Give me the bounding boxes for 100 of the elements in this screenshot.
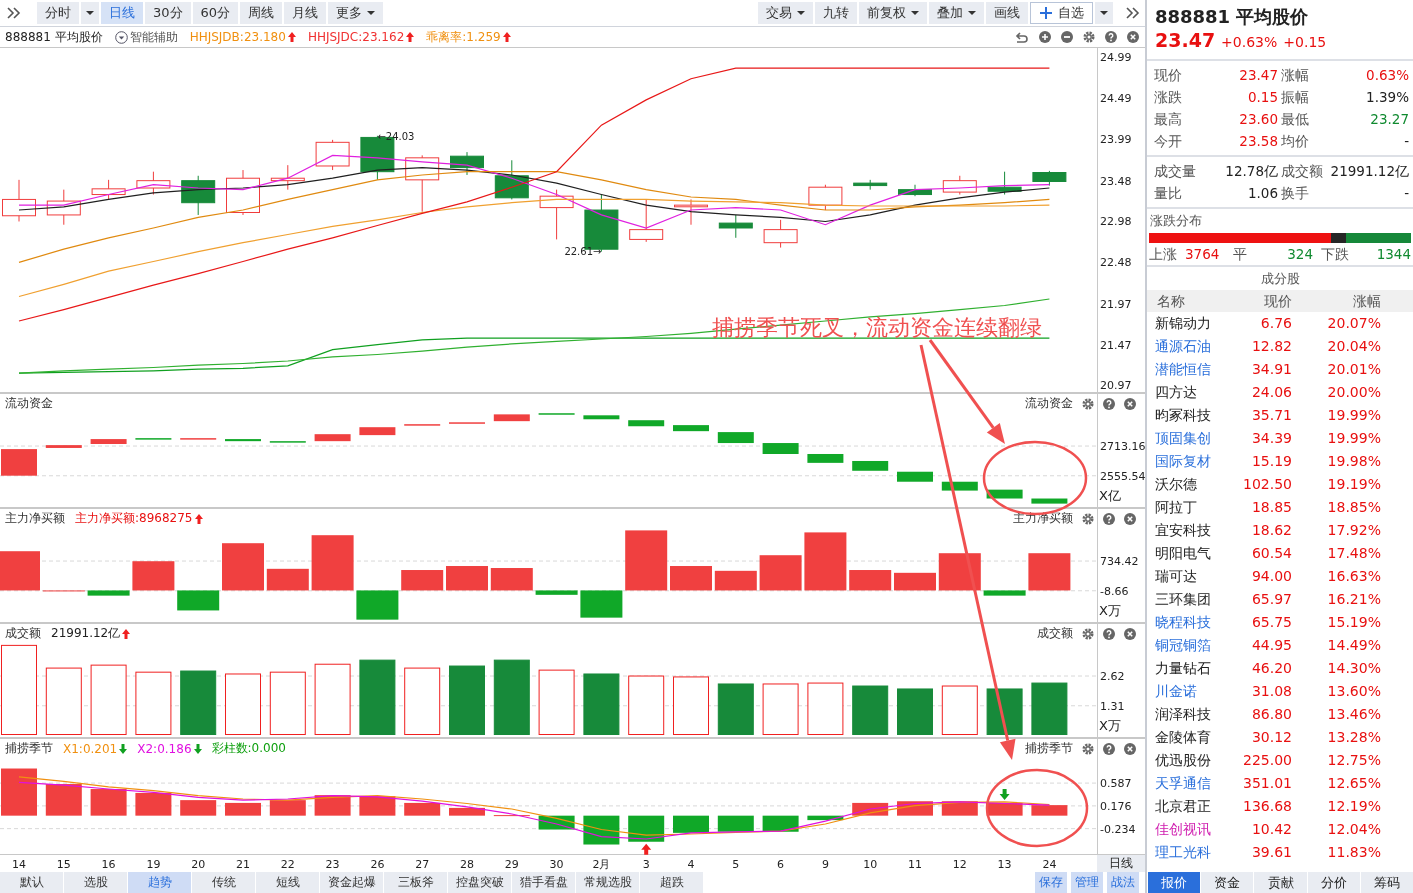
bar <box>804 532 847 591</box>
help-icon[interactable] <box>1103 742 1115 755</box>
dropdown-icon <box>114 30 128 44</box>
close-icon[interactable] <box>1124 512 1136 525</box>
strategy-tab[interactable]: 三板斧 <box>384 872 448 893</box>
stock-name[interactable]: 新锦动力 <box>1155 312 1237 335</box>
quote-label: 现价 <box>1153 66 1183 85</box>
menu-button[interactable]: 交易 <box>758 2 813 24</box>
panel-tab[interactable]: 分价 <box>1306 872 1360 893</box>
menu-button[interactable]: 叠加 <box>929 2 984 24</box>
column-header[interactable]: 名称 <box>1155 290 1237 312</box>
stock-name[interactable]: 顶固集创 <box>1155 427 1237 450</box>
stock-price: 136.68 <box>1242 797 1292 816</box>
stock-name[interactable]: 明阳电气 <box>1155 542 1237 565</box>
stock-name[interactable]: 北京君正 <box>1155 795 1237 818</box>
stock-name[interactable]: 佳创视讯 <box>1155 818 1237 841</box>
tab-button[interactable]: 分时 <box>37 2 79 24</box>
stock-name[interactable]: 晓程科技 <box>1155 611 1237 634</box>
menu-button[interactable]: 前复权 <box>859 2 927 24</box>
candlestick <box>405 154 440 213</box>
column-header[interactable]: 涨幅 <box>1292 290 1381 312</box>
strategy-tab[interactable]: 控盘突破 <box>448 872 512 893</box>
help-icon[interactable] <box>1105 31 1117 43</box>
panel-tab[interactable]: 筹码 <box>1359 872 1413 893</box>
strategy-tab[interactable]: 常规选股 <box>576 872 640 893</box>
strategy-tab[interactable]: 短线 <box>256 872 320 893</box>
zoom-in-icon[interactable] <box>1039 31 1051 43</box>
smart-assist-toggle[interactable]: 智能辅助 <box>114 28 178 46</box>
action-button[interactable]: 管理 <box>1071 872 1104 893</box>
bar <box>986 489 1023 499</box>
action-button[interactable]: 战法 <box>1107 872 1140 893</box>
strategy-tab[interactable]: 传统 <box>192 872 256 893</box>
stock-name[interactable]: 通源石油 <box>1155 335 1237 358</box>
stock-name[interactable]: 宜安科技 <box>1155 519 1237 542</box>
settings-icon[interactable] <box>1083 31 1095 43</box>
stock-name[interactable]: 理工光科 <box>1155 841 1237 864</box>
stock-change: 18.85% <box>1326 498 1381 517</box>
stock-name[interactable]: 瑞可达 <box>1155 565 1237 588</box>
tab-button[interactable]: 60分 <box>192 2 239 24</box>
settings-icon[interactable] <box>1082 512 1094 525</box>
dropdown-button[interactable] <box>1095 2 1113 24</box>
collapse-icon[interactable] <box>1125 6 1140 20</box>
expand-icon[interactable] <box>6 6 21 20</box>
tab-button[interactable]: 周线 <box>240 2 283 24</box>
quote-label: 量比 <box>1153 184 1183 203</box>
stock-name[interactable]: 潜能恒信 <box>1155 358 1237 381</box>
legend-value: 21991.12亿 <box>51 625 121 642</box>
strategy-tab[interactable]: 默认 <box>0 872 64 893</box>
zoom-out-icon[interactable] <box>1061 31 1073 43</box>
help-icon[interactable] <box>1103 397 1115 410</box>
date-label: 16 <box>101 858 116 871</box>
stock-name[interactable]: 沃尔德 <box>1155 473 1237 496</box>
strategy-tab[interactable]: 资金起爆 <box>320 872 384 893</box>
strategy-tab[interactable]: 趋势 <box>128 872 192 893</box>
settings-icon[interactable] <box>1082 627 1094 640</box>
strategy-tab[interactable]: 超跌 <box>640 872 704 893</box>
tab-button[interactable]: 月线 <box>284 2 327 24</box>
date-label: 15 <box>56 858 71 871</box>
help-icon[interactable] <box>1103 512 1115 525</box>
add-watchlist-button[interactable]: 自选 <box>1030 2 1093 24</box>
tab-button[interactable]: 画线 <box>986 2 1028 24</box>
stock-name[interactable]: 川金诺 <box>1155 680 1237 703</box>
tab-button[interactable]: 日线 <box>101 2 143 24</box>
stock-name[interactable]: 昀冢科技 <box>1155 404 1237 427</box>
column-header[interactable]: 现价 <box>1237 290 1292 312</box>
stock-name[interactable]: 四方达 <box>1155 381 1237 404</box>
settings-icon[interactable] <box>1082 742 1094 755</box>
stock-name[interactable]: 润泽科技 <box>1155 703 1237 726</box>
strategy-tab[interactable]: 选股 <box>64 872 128 893</box>
close-icon[interactable] <box>1124 742 1136 755</box>
settings-icon[interactable] <box>1082 397 1094 410</box>
tab-button[interactable]: 30分 <box>145 2 191 24</box>
close-icon[interactable] <box>1124 627 1136 640</box>
stock-change: 20.07% <box>1326 314 1381 333</box>
panel-tab[interactable]: 报价 <box>1147 872 1201 893</box>
stock-name[interactable]: 金陵体育 <box>1155 726 1237 749</box>
bar <box>446 566 488 591</box>
panel-tab[interactable]: 资金 <box>1200 872 1254 893</box>
dropdown-button[interactable] <box>81 2 99 24</box>
return-icon[interactable] <box>1015 31 1029 43</box>
action-button[interactable]: 保存 <box>1035 872 1068 893</box>
quote-value: 23.47 <box>1238 66 1278 85</box>
close-icon[interactable] <box>1127 31 1139 43</box>
panel-tab[interactable]: 贡献 <box>1253 872 1307 893</box>
axis-tick-label: 2555.54 <box>1100 469 1145 483</box>
help-icon[interactable] <box>1103 627 1115 640</box>
stock-name[interactable]: 优迅股份 <box>1155 749 1237 772</box>
axis-tick-label: 24.99 <box>1100 51 1132 65</box>
tab-button[interactable]: 九转 <box>815 2 857 24</box>
bar <box>941 481 978 491</box>
menu-button[interactable]: 更多 <box>328 2 384 24</box>
bar <box>852 685 889 735</box>
stock-name[interactable]: 国际复材 <box>1155 450 1237 473</box>
stock-name[interactable]: 力量钻石 <box>1155 657 1237 680</box>
close-icon[interactable] <box>1124 397 1136 410</box>
stock-name[interactable]: 三环集团 <box>1155 588 1237 611</box>
stock-name[interactable]: 天孚通信 <box>1155 772 1237 795</box>
strategy-tab[interactable]: 猎手看盘 <box>512 872 576 893</box>
stock-name[interactable]: 阿拉丁 <box>1155 496 1237 519</box>
stock-name[interactable]: 铜冠铜箔 <box>1155 634 1237 657</box>
